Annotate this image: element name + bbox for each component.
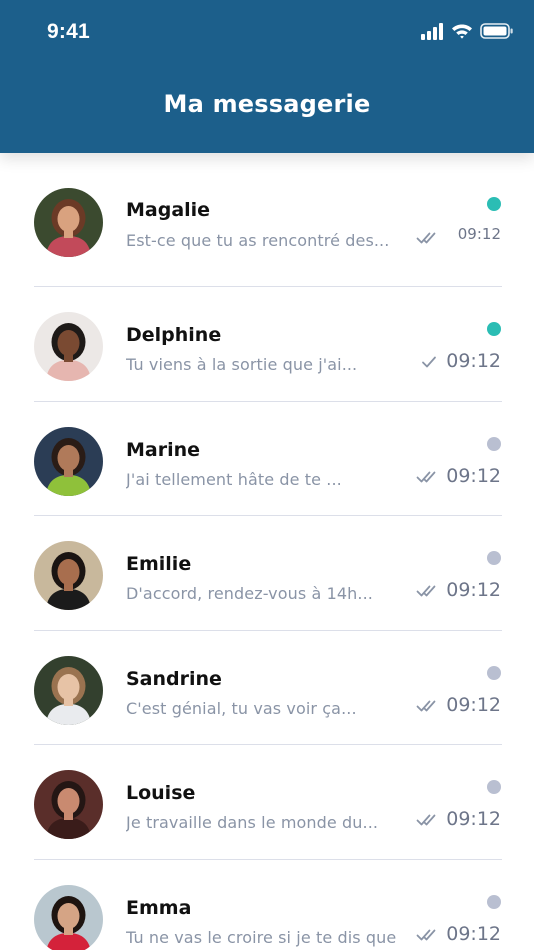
- cellular-signal-icon: [421, 23, 443, 40]
- message-preview: C'est génial, tu vas voir ça...: [126, 698, 357, 718]
- conversation-item[interactable]: Louise Je travaille dans le monde du... 09…: [0, 745, 534, 860]
- offline-status-dot: [487, 551, 501, 565]
- online-status-dot: [487, 197, 501, 211]
- double-check-icon: [416, 929, 436, 940]
- avatar[interactable]: [34, 312, 103, 381]
- message-time: 09:12: [446, 922, 501, 945]
- conversation-item[interactable]: Marine J'ai tellement hâte de te ... 09:12: [0, 402, 534, 516]
- contact-name: Sandrine: [126, 667, 222, 690]
- contact-name: Marine: [126, 438, 201, 461]
- message-preview: Tu ne vas le croire si je te dis que...: [126, 927, 396, 947]
- double-check-icon: [416, 471, 436, 482]
- offline-status-dot: [487, 436, 501, 451]
- message-preview: Est-ce que tu as rencontré des...: [126, 231, 390, 250]
- avatar[interactable]: [34, 426, 103, 496]
- conversation-item[interactable]: Sandrine C'est génial, tu vas voir ça... 0…: [0, 631, 534, 745]
- message-time: 09:12: [446, 579, 501, 601]
- message-time: 09:12: [446, 350, 501, 372]
- status-time: 9:41: [47, 20, 90, 43]
- double-check-icon: [416, 700, 436, 711]
- offline-status-dot: [487, 665, 501, 680]
- avatar[interactable]: [34, 770, 103, 839]
- contact-name: Delphine: [126, 324, 222, 346]
- message-preview: J'ai tellement hâte de te ...: [126, 469, 342, 489]
- contact-name: Louise: [126, 782, 196, 804]
- conversation-item[interactable]: Emma Tu ne vas le croire si je te dis que…: [0, 860, 534, 950]
- messaging-screen: 9:41 Ma messagerie Magalie Est-ce que tu…: [0, 0, 534, 950]
- status-icons: [420, 22, 514, 40]
- message-time: 09:12: [446, 693, 501, 716]
- avatar[interactable]: [34, 188, 103, 257]
- app-header: 9:41 Ma messagerie: [0, 0, 534, 153]
- contact-name: Emilie: [126, 553, 192, 575]
- avatar[interactable]: [34, 655, 103, 725]
- double-check-icon: [416, 232, 436, 244]
- double-check-icon: [416, 585, 436, 597]
- battery-icon: [480, 23, 513, 39]
- wifi-icon: [452, 24, 472, 39]
- message-time: 09:12: [446, 464, 501, 487]
- online-status-dot: [487, 322, 501, 336]
- message-time: 09:12: [457, 225, 501, 243]
- message-preview: D'accord, rendez-vous à 14h...: [126, 584, 373, 603]
- message-preview: Je travaille dans le monde du...: [126, 813, 379, 832]
- page-title: Ma messagerie: [163, 90, 371, 118]
- single-check-icon: [422, 356, 436, 368]
- message-preview: Tu viens à la sortie que j'ai...: [126, 355, 358, 374]
- avatar[interactable]: [34, 884, 103, 950]
- avatar[interactable]: [34, 541, 103, 610]
- status-bar: 9:41: [0, 0, 534, 64]
- conversation-item[interactable]: Emilie D'accord, rendez-vous à 14h... 09:1…: [0, 516, 534, 631]
- offline-status-dot: [487, 894, 501, 909]
- contact-name: Emma: [126, 896, 192, 919]
- contact-name: Magalie: [126, 199, 211, 221]
- message-time: 09:12: [446, 808, 501, 830]
- conversation-item[interactable]: Delphine Tu viens à la sortie que j'ai...…: [0, 287, 534, 402]
- offline-status-dot: [487, 780, 501, 794]
- double-check-icon: [416, 814, 436, 826]
- conversation-item[interactable]: Magalie Est-ce que tu as rencontré des...…: [0, 153, 534, 287]
